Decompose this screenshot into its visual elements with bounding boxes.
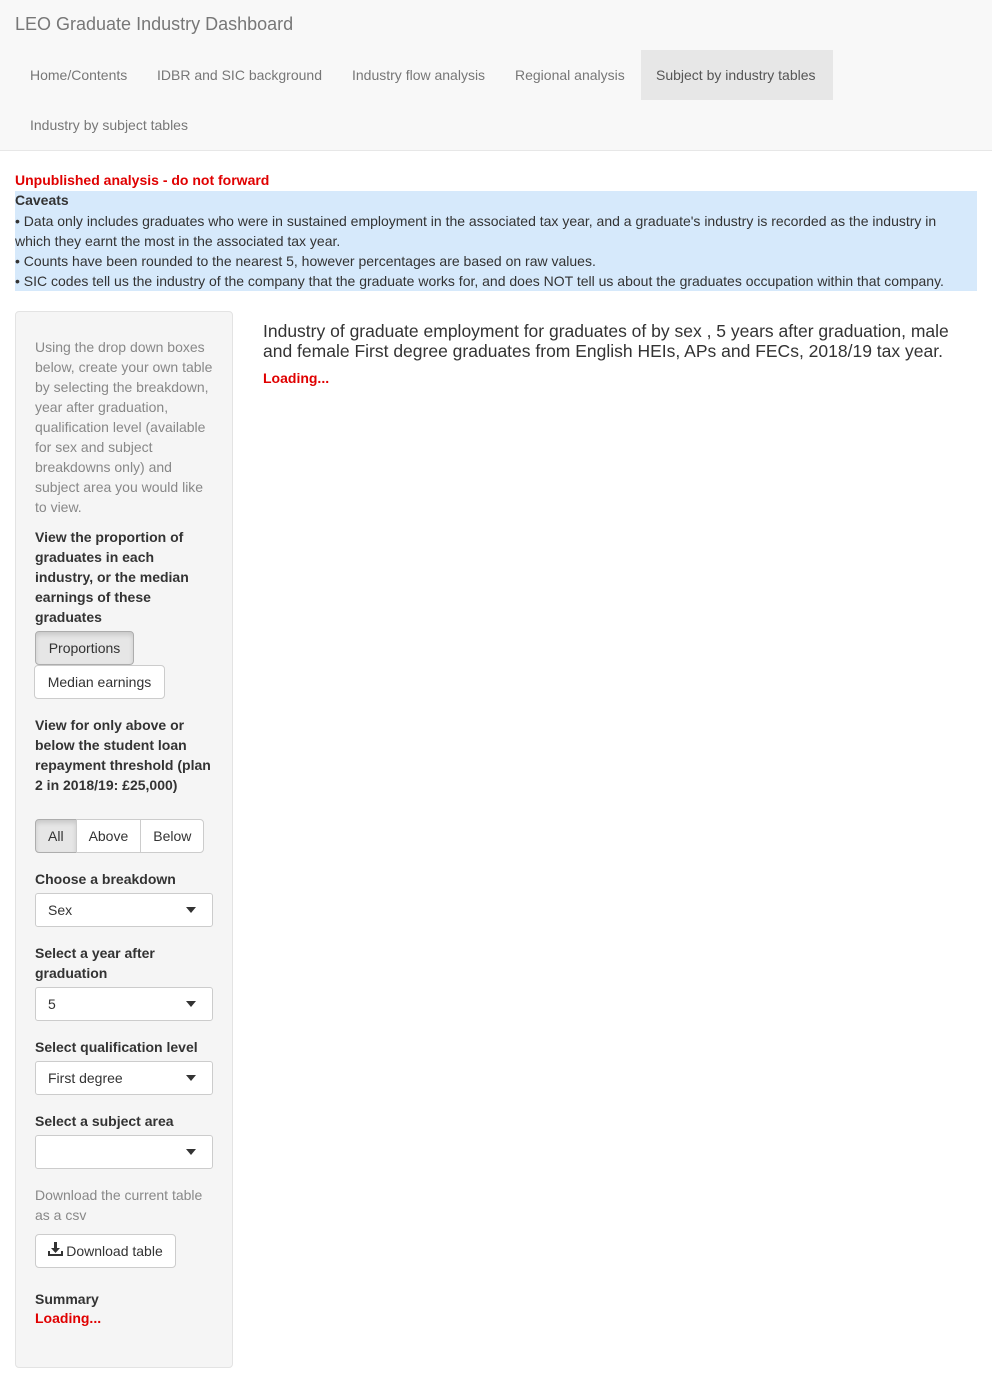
sidebar-panel: Using the drop down boxes below, create … <box>15 311 233 1368</box>
threshold-all-button[interactable]: All <box>35 819 77 853</box>
caveat-line: • SIC codes tell us the industry of the … <box>15 273 944 289</box>
chevron-down-icon <box>186 1075 196 1081</box>
summary-label: Summary <box>35 1291 99 1307</box>
tab-home-contents[interactable]: Home/Contents <box>15 50 142 100</box>
subject-label: Select a subject area <box>35 1113 174 1129</box>
sidebar-intro-text: Using the drop down boxes below, create … <box>35 339 213 515</box>
qualification-label: Select qualification level <box>35 1039 198 1055</box>
breakdown-select[interactable]: Sex <box>35 893 213 927</box>
threshold-label: View for only above or below the student… <box>35 717 211 793</box>
chevron-down-icon <box>186 907 196 913</box>
download-icon <box>48 1235 64 1267</box>
summary-loading-text: Loading... <box>35 1310 102 1326</box>
download-table-button[interactable]: Download table <box>35 1234 176 1268</box>
caveat-line: which they earnt the most in the associa… <box>15 233 341 249</box>
qualification-selected-value: First degree <box>48 1070 123 1086</box>
caveat-line: • Data only includes graduates who were … <box>15 213 937 229</box>
year-select[interactable]: 5 <box>35 987 213 1021</box>
subject-select[interactable] <box>35 1135 213 1169</box>
download-table-label: Download table <box>66 1243 163 1259</box>
median-earnings-button[interactable]: Median earnings <box>34 665 165 699</box>
caveat-line: • Counts have been rounded to the neares… <box>15 253 596 269</box>
app-title[interactable]: LEO Graduate Industry Dashboard <box>15 14 293 35</box>
chevron-down-icon <box>186 1001 196 1007</box>
year-selected-value: 5 <box>48 996 56 1012</box>
table-loading-text: Loading... <box>263 370 330 386</box>
breakdown-label: Choose a breakdown <box>35 871 176 887</box>
tab-industry-by-subject-tables[interactable]: Industry by subject tables <box>15 100 203 150</box>
breakdown-selected-value: Sex <box>48 902 73 918</box>
threshold-above-button[interactable]: Above <box>75 819 142 853</box>
proportions-button[interactable]: Proportions <box>35 631 134 665</box>
threshold-button-group: All Above Below <box>35 819 205 853</box>
navbar: LEO Graduate Industry Dashboard Home/Con… <box>0 0 992 151</box>
unpublished-warning: Unpublished analysis - do not forward <box>15 172 270 188</box>
caveats-box: Caveats • Data only includes graduates w… <box>15 191 977 291</box>
chevron-down-icon <box>186 1149 196 1155</box>
tab-industry-flow-analysis[interactable]: Industry flow analysis <box>337 50 500 100</box>
qualification-select[interactable]: First degree <box>35 1061 213 1095</box>
year-label: Select a year after graduation <box>35 945 155 981</box>
tab-idbr-sic-background[interactable]: IDBR and SIC background <box>142 50 337 100</box>
caveats-title: Caveats <box>15 192 69 208</box>
threshold-below-button[interactable]: Below <box>140 819 205 853</box>
download-help-text: Download the current table as a csv <box>35 1187 203 1223</box>
table-title: Industry of graduate employment for grad… <box>263 321 949 361</box>
measure-label: View the proportion of graduates in each… <box>35 529 189 625</box>
tab-regional-analysis[interactable]: Regional analysis <box>500 50 640 100</box>
tab-subject-by-industry-tables[interactable]: Subject by industry tables <box>641 50 833 100</box>
